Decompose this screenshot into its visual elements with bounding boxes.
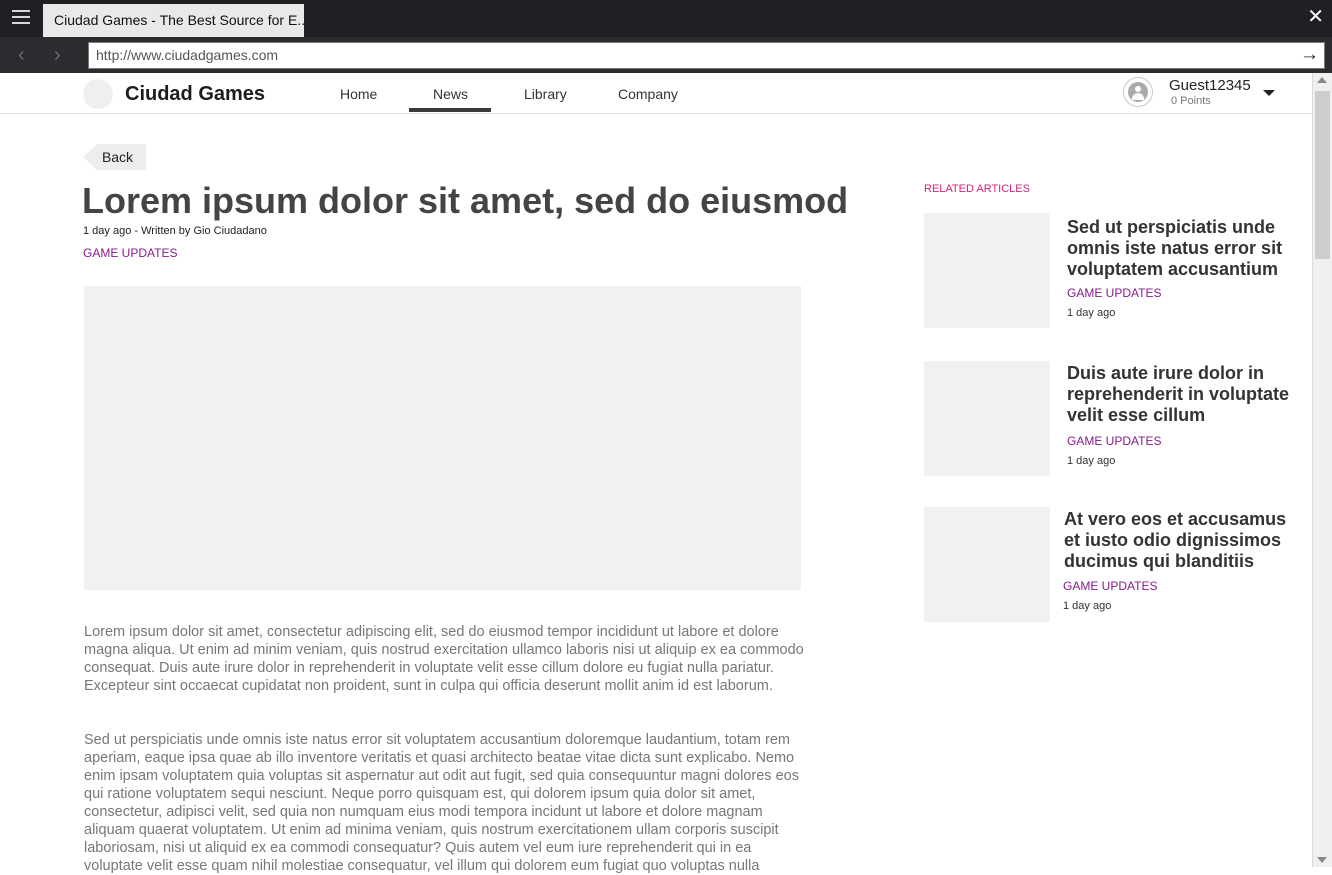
close-icon[interactable]: ✕: [1307, 7, 1324, 27]
go-arrow-icon[interactable]: →: [1300, 45, 1319, 65]
related-article-title[interactable]: At vero eos et accusamus et iusto odio d…: [1064, 509, 1299, 572]
article-meta: 1 day ago - Written by Gio Ciudadano: [83, 225, 267, 237]
scroll-thumb[interactable]: [1315, 91, 1330, 259]
site-header: Ciudad Games Home News Library Company G…: [0, 73, 1312, 114]
related-article-category[interactable]: GAME UPDATES: [1067, 434, 1161, 448]
user-avatar[interactable]: [1123, 77, 1153, 107]
article-title: Lorem ipsum dolor sit amet, sed do eiusm…: [82, 180, 849, 221]
related-article-category[interactable]: GAME UPDATES: [1063, 579, 1157, 593]
nav-library[interactable]: Library: [524, 86, 567, 102]
forward-arrow-icon[interactable]: ›: [54, 45, 61, 65]
related-article-thumbnail[interactable]: [924, 507, 1050, 622]
site-name[interactable]: Ciudad Games: [125, 83, 265, 106]
user-points: 0 Points: [1171, 95, 1211, 107]
site-logo[interactable]: [83, 79, 113, 109]
browser-titlebar: Ciudad Games - The Best Source for E... …: [0, 0, 1332, 37]
nav-company[interactable]: Company: [618, 86, 678, 102]
scroll-up-arrow-icon[interactable]: [1317, 77, 1327, 83]
browser-tab[interactable]: Ciudad Games - The Best Source for E...: [43, 4, 304, 37]
related-article-category[interactable]: GAME UPDATES: [1067, 286, 1161, 300]
related-article-title[interactable]: Sed ut perspiciatis unde omnis iste natu…: [1067, 217, 1297, 280]
scroll-down-arrow-icon[interactable]: [1317, 857, 1327, 863]
article-hero-image: [84, 286, 801, 590]
hamburger-menu-icon[interactable]: [12, 10, 30, 26]
article-paragraph: Lorem ipsum dolor sit amet, consectetur …: [84, 624, 804, 694]
user-menu-caret-icon[interactable]: [1263, 90, 1275, 96]
page-scrollbar[interactable]: [1312, 73, 1332, 867]
related-article-title[interactable]: Duis aute irure dolor in reprehenderit i…: [1067, 363, 1297, 426]
back-button[interactable]: Back: [83, 144, 146, 170]
back-arrow-icon[interactable]: ‹: [18, 45, 25, 65]
related-article-thumbnail[interactable]: [924, 213, 1050, 328]
article-paragraph: Sed ut perspiciatis unde omnis iste natu…: [84, 732, 799, 874]
user-icon: [1128, 82, 1148, 102]
related-articles-heading: RELATED ARTICLES: [924, 183, 1030, 195]
username[interactable]: Guest12345: [1169, 77, 1251, 94]
related-article-time: 1 day ago: [1067, 307, 1116, 319]
nav-home[interactable]: Home: [340, 86, 377, 102]
nav-news[interactable]: News: [433, 86, 468, 102]
address-bar[interactable]: http://www.ciudadgames.com →: [88, 42, 1325, 69]
related-article-time: 1 day ago: [1063, 600, 1112, 612]
related-article-time: 1 day ago: [1067, 455, 1116, 467]
article-category-tag[interactable]: GAME UPDATES: [83, 246, 177, 260]
related-article-thumbnail[interactable]: [924, 361, 1050, 476]
url-text[interactable]: http://www.ciudadgames.com: [96, 47, 278, 63]
active-nav-indicator: [409, 108, 491, 112]
